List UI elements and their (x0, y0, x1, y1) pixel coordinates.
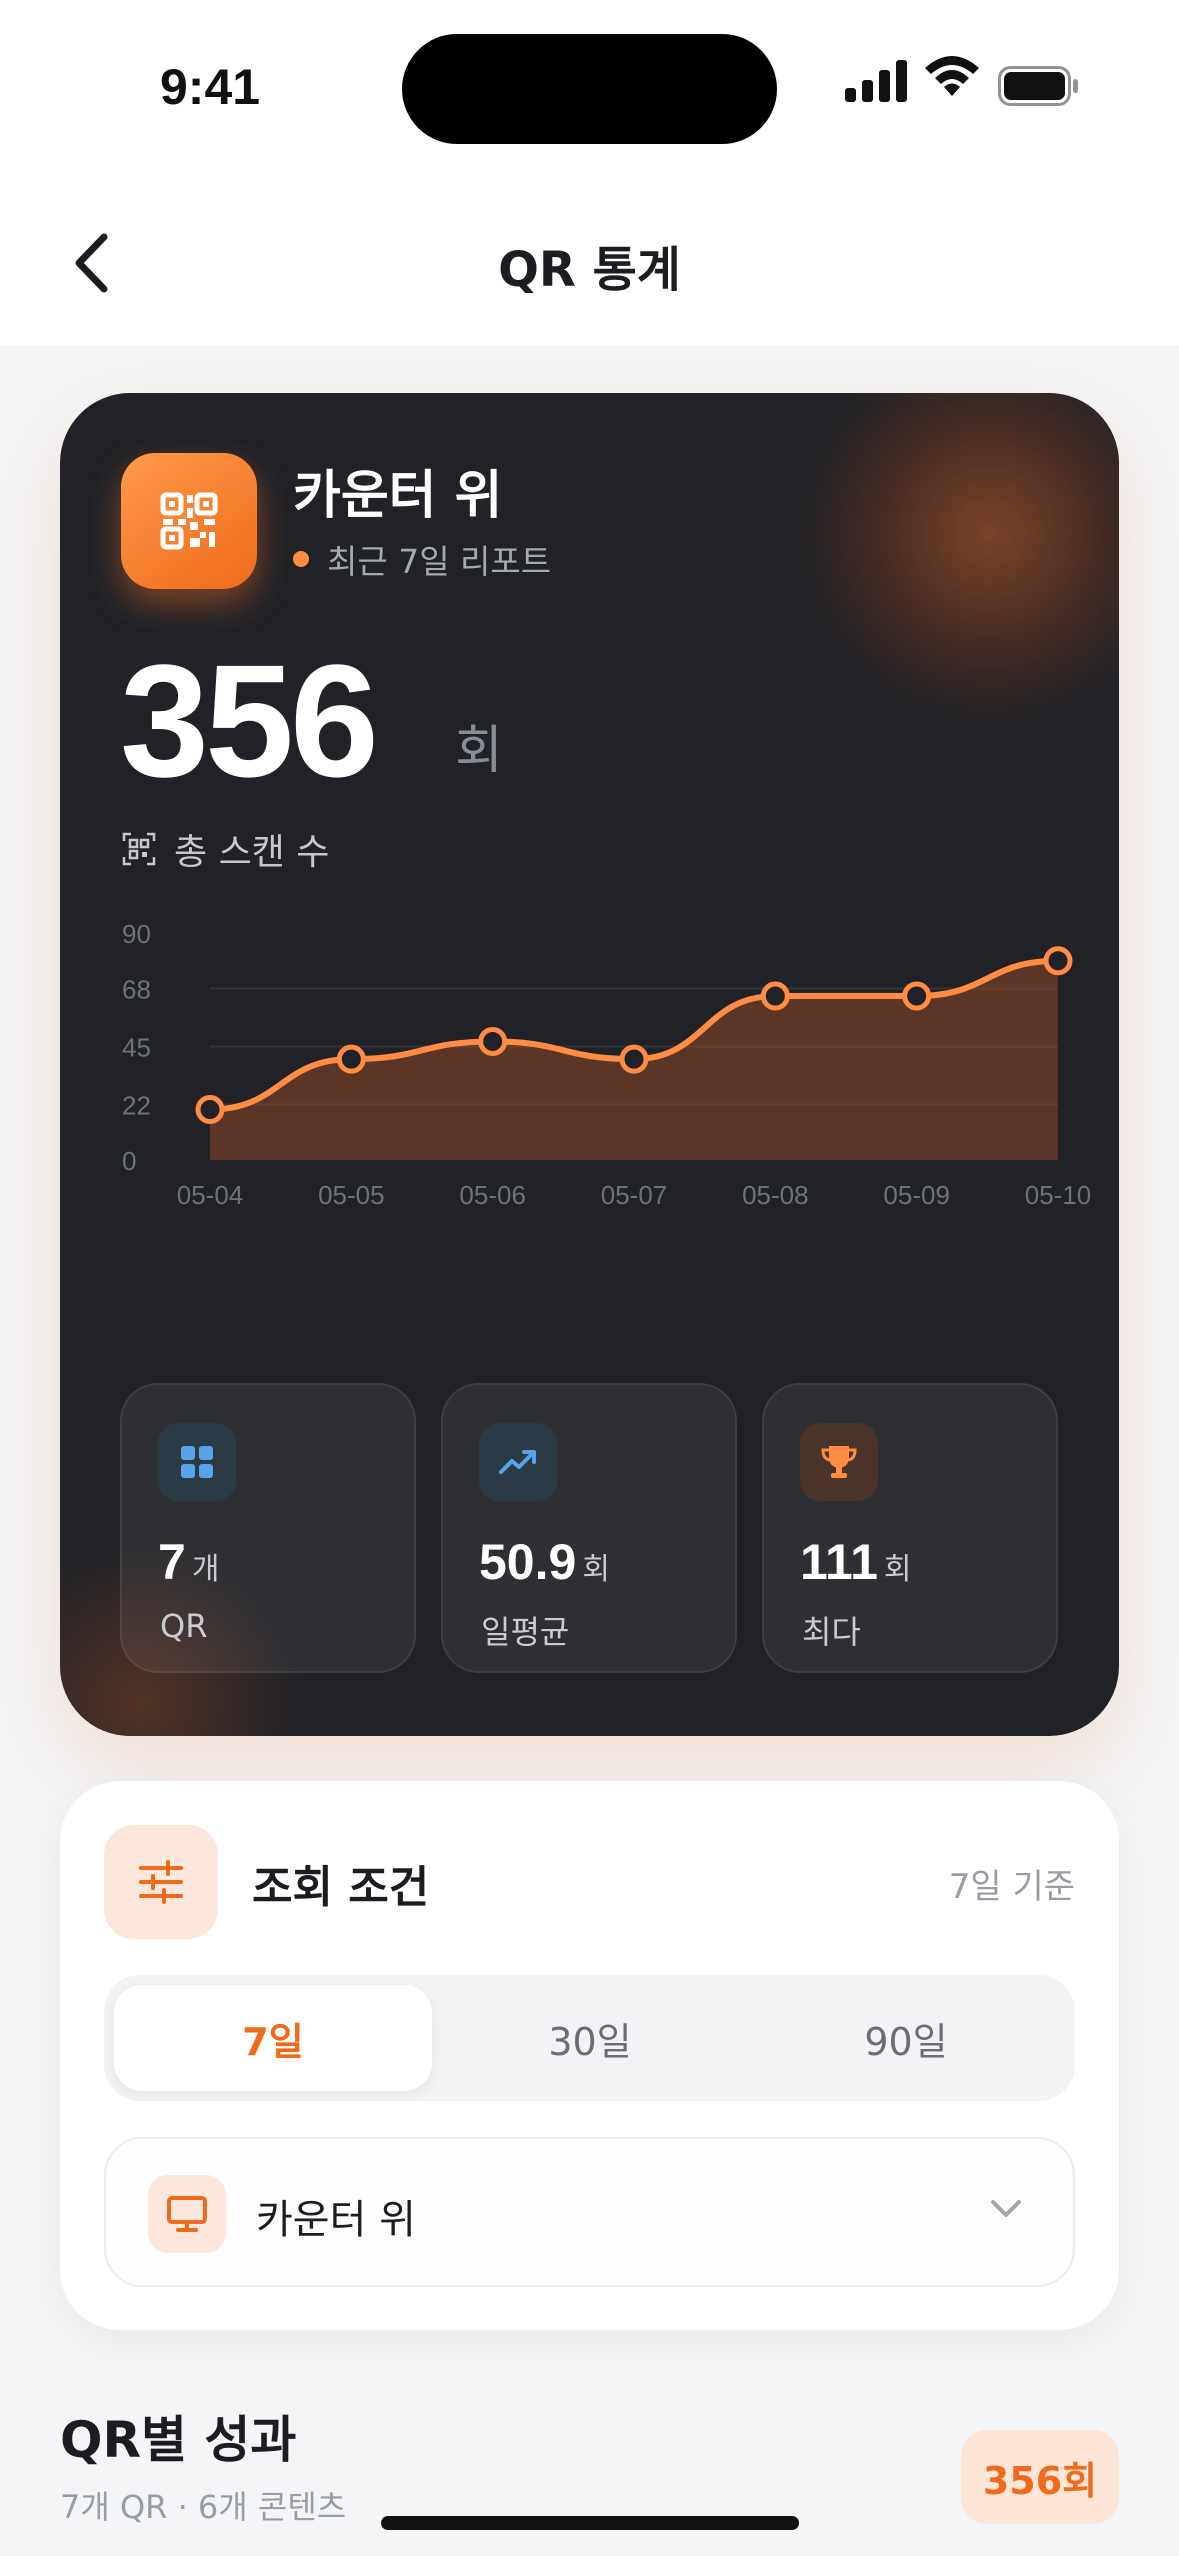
stat-number: 111 (800, 1534, 878, 1590)
report-period: 최근 7일 리포트 (293, 535, 551, 583)
signal-icon (845, 60, 907, 102)
scan-icon (122, 832, 156, 866)
stat-card-qr-count: 7개 QR (120, 1383, 416, 1673)
status-dot (293, 551, 309, 567)
stat-label: 일평균 (481, 1613, 570, 1651)
qr-badge (121, 453, 257, 589)
wifi-icon (925, 56, 979, 96)
data-point (902, 981, 932, 1011)
period-90d-button[interactable]: 90일 (747, 1985, 1065, 2091)
location-select[interactable]: 카운터 위 (104, 2137, 1075, 2287)
y-tick-label: 0 (122, 1146, 136, 1176)
x-tick-label: 05-08 (742, 1180, 809, 1210)
y-tick-label: 90 (122, 919, 151, 949)
total-scans-text: 총 스캔 수 (174, 832, 330, 873)
total-scans-unit: 회 (455, 721, 503, 781)
sliders-icon (104, 1825, 218, 1939)
stat-label: 최다 (802, 1613, 861, 1651)
data-point (478, 1026, 508, 1056)
section-subtitle: 7개 QR · 6개 콘텐츠 (60, 2488, 347, 2526)
data-point (1043, 946, 1073, 976)
filter-card: 조회 조건 7일 기준 7일 30일 90일 카운터 위 (60, 1781, 1119, 2330)
stat-unit: 회 (582, 1553, 610, 1586)
qr-name: 카운터 위 (293, 466, 503, 526)
total-scans-value: 356 (120, 631, 379, 810)
nav-bar: QR 통계 (0, 180, 1179, 346)
data-point (336, 1044, 366, 1074)
report-period-label: 최근 7일 리포트 (327, 542, 552, 581)
x-tick-label: 05-10 (1025, 1180, 1092, 1210)
stat-card-max: 111 회 최다 (762, 1383, 1058, 1673)
x-tick-label: 05-09 (883, 1180, 950, 1210)
stat-card-daily-average: 50.9 회 일평균 (441, 1383, 737, 1673)
period-30d-button[interactable]: 30일 (431, 1985, 749, 2091)
y-tick-label: 45 (122, 1033, 151, 1063)
grid-icon (158, 1423, 236, 1501)
filter-title: 조회 조건 (252, 1862, 430, 1913)
filter-basis: 7일 기준 (948, 1867, 1075, 1907)
status-bar: 9:41 (0, 0, 1179, 180)
period-segmented-control: 7일 30일 90일 (104, 1975, 1075, 2101)
home-indicator (381, 2516, 799, 2530)
data-point (195, 1095, 225, 1125)
stat-unit: 개 (191, 1553, 220, 1586)
stat-label: QR (160, 1607, 208, 1645)
page-title: QR 통계 (498, 242, 681, 298)
stat-number: 50.9 (479, 1534, 577, 1590)
summary-card: 카운터 위 최근 7일 리포트 356 회 총 스캔 수 0 22 45 68 90 05… (60, 393, 1119, 1736)
total-scans-label: 총 스캔 수 (122, 823, 329, 875)
period-7d-button[interactable]: 7일 (114, 1985, 432, 2091)
trophy-icon (800, 1423, 878, 1501)
dynamic-island (402, 34, 777, 144)
x-tick-label: 05-04 (177, 1180, 244, 1210)
stat-number: 7 (158, 1534, 186, 1590)
trend-up-icon (479, 1423, 557, 1501)
chevron-down-icon (991, 2200, 1021, 2217)
status-time: 9:41 (160, 59, 261, 115)
battery-icon (998, 66, 1078, 106)
decor-glow (790, 393, 1119, 733)
location-select-value: 카운터 위 (256, 2197, 416, 2243)
qr-code-icon (160, 492, 218, 550)
y-tick-label: 68 (122, 974, 151, 1004)
stat-unit: 회 (883, 1553, 912, 1586)
y-tick-label: 22 (122, 1091, 151, 1121)
x-tick-label: 05-07 (601, 1180, 668, 1210)
monitor-icon (148, 2175, 226, 2253)
x-tick-label: 05-06 (459, 1180, 525, 1210)
data-point (619, 1044, 649, 1074)
stat-value: 111 회 (800, 1533, 912, 1591)
scan-trend-chart: 0 22 45 68 90 05-04 05-05 05-06 05-07 05-08 05-09 0… (122, 919, 1092, 1210)
stat-value: 7개 (158, 1533, 219, 1591)
data-point (760, 981, 790, 1011)
x-tick-label: 05-05 (318, 1180, 385, 1210)
stat-value: 50.9 회 (479, 1533, 610, 1591)
total-badge: 356회 (961, 2430, 1119, 2524)
section-title: QR별 성과 (60, 2411, 297, 2469)
